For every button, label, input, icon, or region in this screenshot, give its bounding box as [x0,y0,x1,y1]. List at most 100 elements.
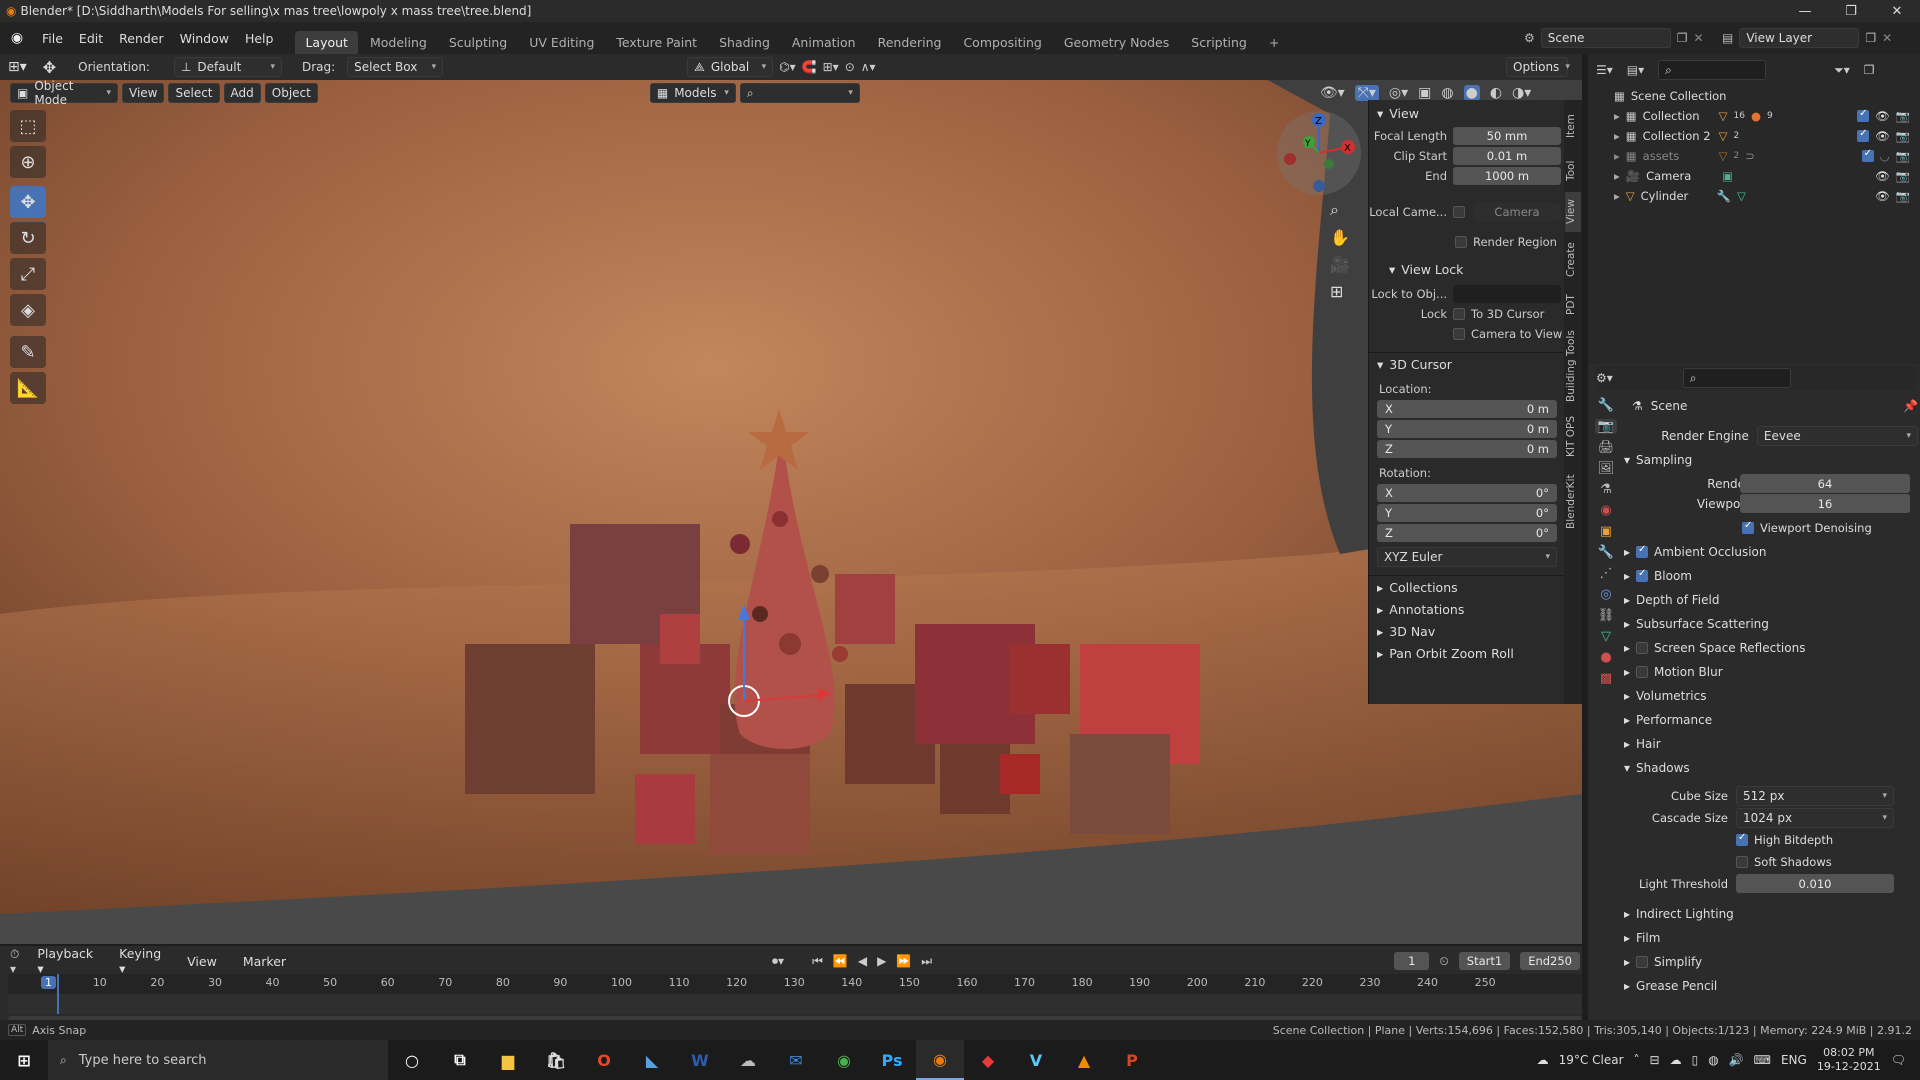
powerpoint-icon[interactable]: P [1108,1040,1156,1080]
proportional-edit-icon[interactable]: ⊙ [845,60,855,74]
exclude-checkbox[interactable] [1857,128,1870,142]
cube-size-dropdown[interactable]: 512 px ▾ [1736,786,1894,806]
particles-tab-icon[interactable]: ⋰ [1600,566,1613,581]
record-icon[interactable]: ⏺▾ [772,954,784,969]
xray-toggle-icon[interactable]: ▣ [1418,85,1431,101]
menu-keying[interactable]: Keying ▾ [111,946,169,976]
play-reverse-icon[interactable]: ◀ [858,954,867,968]
tab-animation[interactable]: Animation [782,31,866,54]
move-tool-icon[interactable]: ✥ [10,186,46,218]
volume-icon[interactable]: 🔊 [1729,1053,1744,1067]
clock[interactable]: 08:02 PM 19-12-2021 [1817,1046,1881,1074]
collection-filter-dropdown[interactable]: ▦ Models ▾ [649,83,736,103]
tray-chevron-icon[interactable]: ˄ [1634,1053,1640,1067]
visibility-icon[interactable]: 👁▾ [1320,85,1345,101]
orientation-dropdown[interactable]: ⊥ Default ▾ [173,57,282,77]
cursor-rotation-y[interactable]: Y 0° [1377,504,1557,522]
visibility-eye-icon[interactable]: 👁 [1875,109,1890,123]
soft-shadows-checkbox[interactable] [1736,856,1748,868]
scale-tool-icon[interactable]: ⤢ [10,258,46,290]
outliner-row[interactable]: ▸ ▦ assets ▽ 2 ⊃ ◡ 📷 [1588,146,1920,166]
editor-type-icon[interactable]: ⏱▾ [10,947,19,976]
focal-length-field[interactable]: 50 mm [1453,127,1561,145]
tab-building-tools[interactable]: Building Tools [1565,328,1581,404]
start-frame-field[interactable]: Start 1 [1458,952,1511,970]
app-icon[interactable]: ◆ [964,1040,1012,1080]
tab-blenderkit[interactable]: BlenderKit [1565,470,1581,534]
light-threshold-field[interactable]: 0.010 [1736,874,1894,893]
select-box-tool-icon[interactable]: ⬚ [10,110,46,142]
onedrive-icon[interactable]: ☁ [1670,1053,1682,1067]
cursor-location-z[interactable]: Z0 m [1377,440,1557,458]
shadows-panel-header[interactable]: ▾ Shadows [1624,758,1910,778]
editor-type-icon[interactable]: ⊞▾ [8,59,27,75]
film-panel-header[interactable]: ▸ Film [1624,928,1910,948]
viewport-samples-field[interactable]: 16 [1740,494,1910,513]
keyframe-area[interactable] [8,994,1582,1014]
view-lock-header[interactable]: ▾ View Lock [1369,258,1564,280]
menu-object[interactable]: Object [264,83,318,103]
current-frame-field[interactable]: 1 [1394,952,1430,970]
office-icon[interactable]: O [580,1040,628,1080]
jump-start-icon[interactable]: ⏮ [812,954,823,969]
screen-space-reflections-checkbox[interactable] [1636,642,1649,654]
clip-end-field[interactable]: 1000 m [1453,167,1561,185]
jump-end-icon[interactable]: ⏭ [921,954,932,969]
taskbar-search-box[interactable]: ⌕ Type here to search [48,1040,388,1080]
tab-item[interactable]: Item [1565,106,1581,146]
weather-icon[interactable]: ☁ [1537,1053,1549,1067]
app-icon[interactable]: ☁ [724,1040,772,1080]
data-tab-icon[interactable]: ▽ [1601,629,1611,644]
world-tab-icon[interactable]: ◉ [1600,503,1611,518]
pivot-icon[interactable]: ⌬▾ [779,60,796,74]
render-camera-icon[interactable]: 📷 [1896,149,1910,163]
new-view-layer-icon[interactable]: ❐ [1865,31,1876,45]
tab-tool[interactable]: Tool [1565,154,1581,188]
end-frame-field[interactable]: End 250 [1520,952,1580,970]
bloom-panel-header[interactable]: ▸Bloom [1624,566,1910,586]
viewport-search-input[interactable]: ⌕ ▾ [739,83,860,103]
menu-marker[interactable]: Marker [235,954,294,969]
wireframe-shading-icon[interactable]: ◍ [1441,85,1453,101]
app-icon[interactable]: ◣ [628,1040,676,1080]
tab-uv-editing[interactable]: UV Editing [519,31,604,54]
pin-icon[interactable]: 📌 [1903,399,1918,413]
menu-view[interactable]: View [122,83,165,103]
render-camera-icon[interactable]: 📷 [1896,109,1910,123]
modifier-tab-icon[interactable]: 🔧 [1598,545,1614,560]
playhead[interactable] [57,974,59,1014]
material-tab-icon[interactable]: ● [1600,650,1611,665]
prev-keyframe-icon[interactable]: ⏪ [833,954,848,968]
outliner-row[interactable]: ▸ ▦ Collection 2 ▽ 2 👁 📷 [1588,126,1920,146]
maximize-button[interactable]: ❐ [1828,0,1874,22]
file-explorer-icon[interactable]: ▆ [484,1040,532,1080]
view-layer-tab-icon[interactable]: 🖼 [1598,461,1615,476]
menu-timeline-view[interactable]: View [179,954,225,969]
grease-pencil-panel-header[interactable]: ▸ Grease Pencil [1624,976,1910,996]
collections-panel-header[interactable]: ▸ Collections [1369,576,1564,598]
3d-viewport[interactable]: ⬚ ⊕ ✥ ↻ ⤢ ◈ ✎ 📐 Z X Y ⌕ ✋ 🎥 ⊞ [0,54,1582,944]
cursor-rotation-x[interactable]: X 0° [1377,484,1557,502]
pan-orbit-panel-header[interactable]: ▸ Pan Orbit Zoom Roll [1369,642,1564,664]
tab-compositing[interactable]: Compositing [953,31,1051,54]
indirect-lighting-panel-header[interactable]: ▸ Indirect Lighting [1624,904,1910,924]
cursor-rotation-z[interactable]: Z 0° [1377,524,1557,542]
render-camera-icon[interactable]: 📷 [1896,169,1910,183]
rotation-mode-dropdown[interactable]: XYZ Euler ▾ [1377,547,1557,567]
navigation-gizmo[interactable]: Z X Y [1276,110,1362,196]
outliner-search-input[interactable]: ⌕ [1658,60,1767,80]
view-panel-header[interactable]: ▾ View [1369,102,1564,124]
volumetrics-panel-header[interactable]: ▸ Volumetrics [1624,686,1910,706]
scene-collection-label[interactable]: Scene Collection [1631,89,1727,103]
editor-type-icon[interactable]: ⚙▾ [1596,371,1613,385]
task-view-icon[interactable]: ⧉ [436,1040,484,1080]
menu-playback[interactable]: Playback ▾ [29,946,101,976]
tab-shading[interactable]: Shading [709,31,780,54]
clip-start-field[interactable]: 0.01 m [1453,147,1561,165]
tab-rendering[interactable]: Rendering [868,31,952,54]
blender-menu-icon[interactable]: ◉ [0,30,34,46]
render-tab-icon[interactable]: 📷 [1594,419,1618,434]
3d-cursor-panel-header[interactable]: ▾ 3D Cursor [1369,353,1564,375]
tab-scripting[interactable]: Scripting [1181,31,1257,54]
render-engine-dropdown[interactable]: Eevee ▾ [1756,426,1918,446]
